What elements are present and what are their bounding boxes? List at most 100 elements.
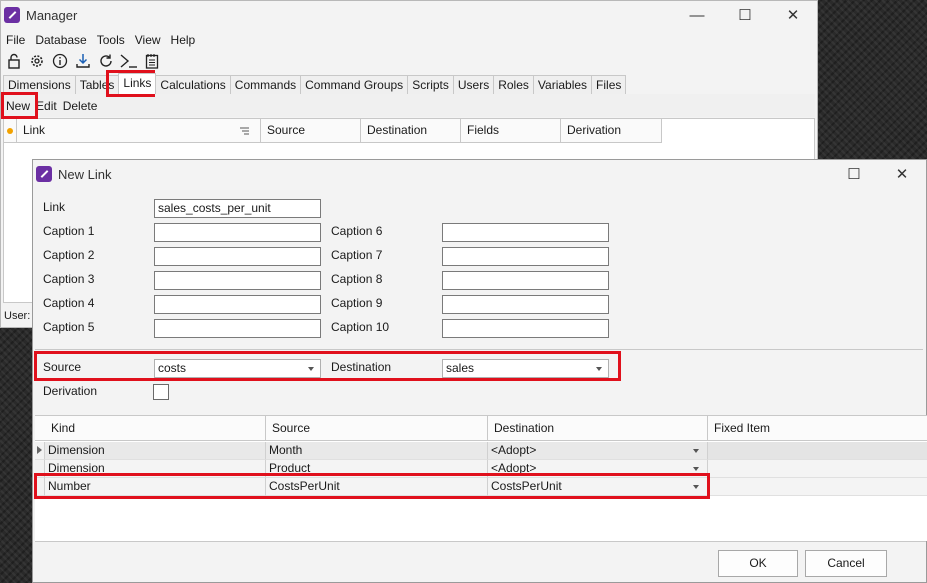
- menu-tools[interactable]: Tools: [92, 31, 130, 49]
- dialog-maximize-button[interactable]: ☐: [830, 160, 878, 188]
- column-header-source[interactable]: Source: [261, 119, 361, 143]
- caption-4-input[interactable]: [154, 295, 321, 314]
- chevron-down-icon: [693, 467, 699, 471]
- field-mapping-grid[interactable]: Kind Source Destination Fixed Item Dimen…: [35, 415, 927, 541]
- row-pointer-icon: [35, 442, 45, 460]
- caption-4-label: Caption 4: [43, 296, 95, 310]
- delete-button[interactable]: Delete: [60, 99, 101, 113]
- source-select[interactable]: costs: [154, 359, 321, 378]
- refresh-icon[interactable]: [95, 51, 116, 71]
- new-row-marker: [4, 119, 17, 143]
- source-select-value: costs: [158, 361, 187, 375]
- cell-source[interactable]: Month: [266, 442, 488, 460]
- destination-select-value: sales: [446, 361, 475, 375]
- cell-fixed-item[interactable]: [708, 478, 927, 496]
- caption-7-input[interactable]: [442, 247, 609, 266]
- destination-select[interactable]: sales: [442, 359, 609, 378]
- caption-10-input[interactable]: [442, 319, 609, 338]
- caption-8-input[interactable]: [442, 271, 609, 290]
- minimize-button[interactable]: —: [673, 1, 721, 29]
- caption-3-input[interactable]: [154, 271, 321, 290]
- table-row[interactable]: Number CostsPerUnit CostsPerUnit: [35, 478, 927, 496]
- new-link-dialog: New Link ☐ ✕ Link sales_costs_per_unit C…: [32, 159, 927, 583]
- cell-fixed-item[interactable]: [708, 460, 927, 478]
- status-bar: User:: [4, 310, 31, 322]
- caption-7-label: Caption 7: [331, 248, 383, 262]
- cell-kind[interactable]: Dimension: [45, 442, 266, 460]
- column-header-fields[interactable]: Fields: [461, 119, 561, 143]
- cell-destination-value: <Adopt>: [491, 443, 537, 457]
- caption-1-label: Caption 1: [43, 224, 95, 238]
- caption-6-input[interactable]: [442, 223, 609, 242]
- caption-5-input[interactable]: [154, 319, 321, 338]
- chevron-down-icon: [693, 485, 699, 489]
- column-header-link-label: Link: [23, 123, 46, 137]
- link-name-input[interactable]: sales_costs_per_unit: [154, 199, 321, 218]
- cell-kind[interactable]: Dimension: [45, 460, 266, 478]
- cell-kind[interactable]: Number: [45, 478, 266, 496]
- derivation-checkbox[interactable]: [153, 384, 169, 400]
- menu-view[interactable]: View: [130, 31, 166, 49]
- table-row[interactable]: Dimension Product <Adopt>: [35, 460, 927, 478]
- caption-9-input[interactable]: [442, 295, 609, 314]
- ok-button[interactable]: OK: [718, 550, 798, 577]
- dialog-titlebar: New Link ☐ ✕: [33, 160, 926, 188]
- menu-help[interactable]: Help: [166, 31, 201, 49]
- cell-source[interactable]: CostsPerUnit: [266, 478, 488, 496]
- notepad-icon[interactable]: [141, 51, 162, 71]
- close-button[interactable]: ✕: [769, 1, 817, 29]
- caption-2-input[interactable]: [154, 247, 321, 266]
- tab-files[interactable]: Files: [591, 75, 627, 94]
- tab-roles[interactable]: Roles: [493, 75, 534, 94]
- column-header-derivation[interactable]: Derivation: [561, 119, 662, 143]
- dialog-pencil-icon: [36, 166, 52, 182]
- tab-tables[interactable]: Tables: [74, 75, 120, 94]
- column-header-destination[interactable]: Destination: [488, 416, 708, 441]
- cell-destination-value: CostsPerUnit: [491, 479, 562, 493]
- new-button[interactable]: New: [3, 99, 33, 113]
- cell-fixed-item[interactable]: [708, 442, 927, 460]
- download-icon[interactable]: [72, 51, 93, 71]
- table-row[interactable]: Dimension Month <Adopt>: [35, 442, 927, 460]
- divider: [35, 541, 926, 542]
- gear-icon[interactable]: [26, 51, 47, 71]
- tab-commands[interactable]: Commands: [229, 75, 302, 94]
- column-header-link[interactable]: Link: [17, 119, 261, 143]
- caption-2-label: Caption 2: [43, 248, 95, 262]
- divider: [35, 349, 923, 350]
- edit-button[interactable]: Edit: [33, 99, 60, 113]
- cell-destination[interactable]: <Adopt>: [488, 460, 708, 478]
- tab-users[interactable]: Users: [452, 75, 495, 94]
- tab-dimensions[interactable]: Dimensions: [3, 75, 76, 94]
- info-icon[interactable]: [49, 51, 70, 71]
- chevron-down-icon: [596, 367, 602, 371]
- caption-1-input[interactable]: [154, 223, 321, 242]
- sort-icon: [240, 127, 249, 135]
- dialog-close-button[interactable]: ✕: [878, 160, 926, 188]
- tab-links[interactable]: Links: [118, 73, 157, 94]
- terminal-icon[interactable]: [118, 51, 139, 71]
- dialog-title: New Link: [58, 166, 112, 182]
- column-header-fixed-item[interactable]: Fixed Item: [708, 416, 927, 441]
- tab-variables[interactable]: Variables: [532, 75, 593, 94]
- caption-10-label: Caption 10: [331, 320, 390, 334]
- cell-source[interactable]: Product: [266, 460, 488, 478]
- cell-destination[interactable]: <Adopt>: [488, 442, 708, 460]
- column-header-source[interactable]: Source: [266, 416, 488, 441]
- column-header-destination[interactable]: Destination: [361, 119, 461, 143]
- menu-file[interactable]: File: [1, 31, 30, 49]
- manager-title: Manager: [26, 7, 78, 23]
- tab-calculations[interactable]: Calculations: [155, 75, 231, 94]
- toolbar: [3, 51, 162, 71]
- chevron-down-icon: [693, 449, 699, 453]
- tab-command-groups[interactable]: Command Groups: [300, 75, 409, 94]
- cell-destination[interactable]: CostsPerUnit: [488, 478, 708, 496]
- lock-icon[interactable]: [3, 51, 24, 71]
- manager-titlebar: Manager — ☐ ✕: [1, 1, 817, 29]
- maximize-button[interactable]: ☐: [721, 1, 769, 29]
- cancel-button[interactable]: Cancel: [805, 550, 887, 577]
- destination-label: Destination: [331, 360, 392, 374]
- tab-scripts[interactable]: Scripts: [407, 75, 454, 94]
- menu-database[interactable]: Database: [30, 31, 91, 49]
- column-header-kind[interactable]: Kind: [35, 416, 266, 441]
